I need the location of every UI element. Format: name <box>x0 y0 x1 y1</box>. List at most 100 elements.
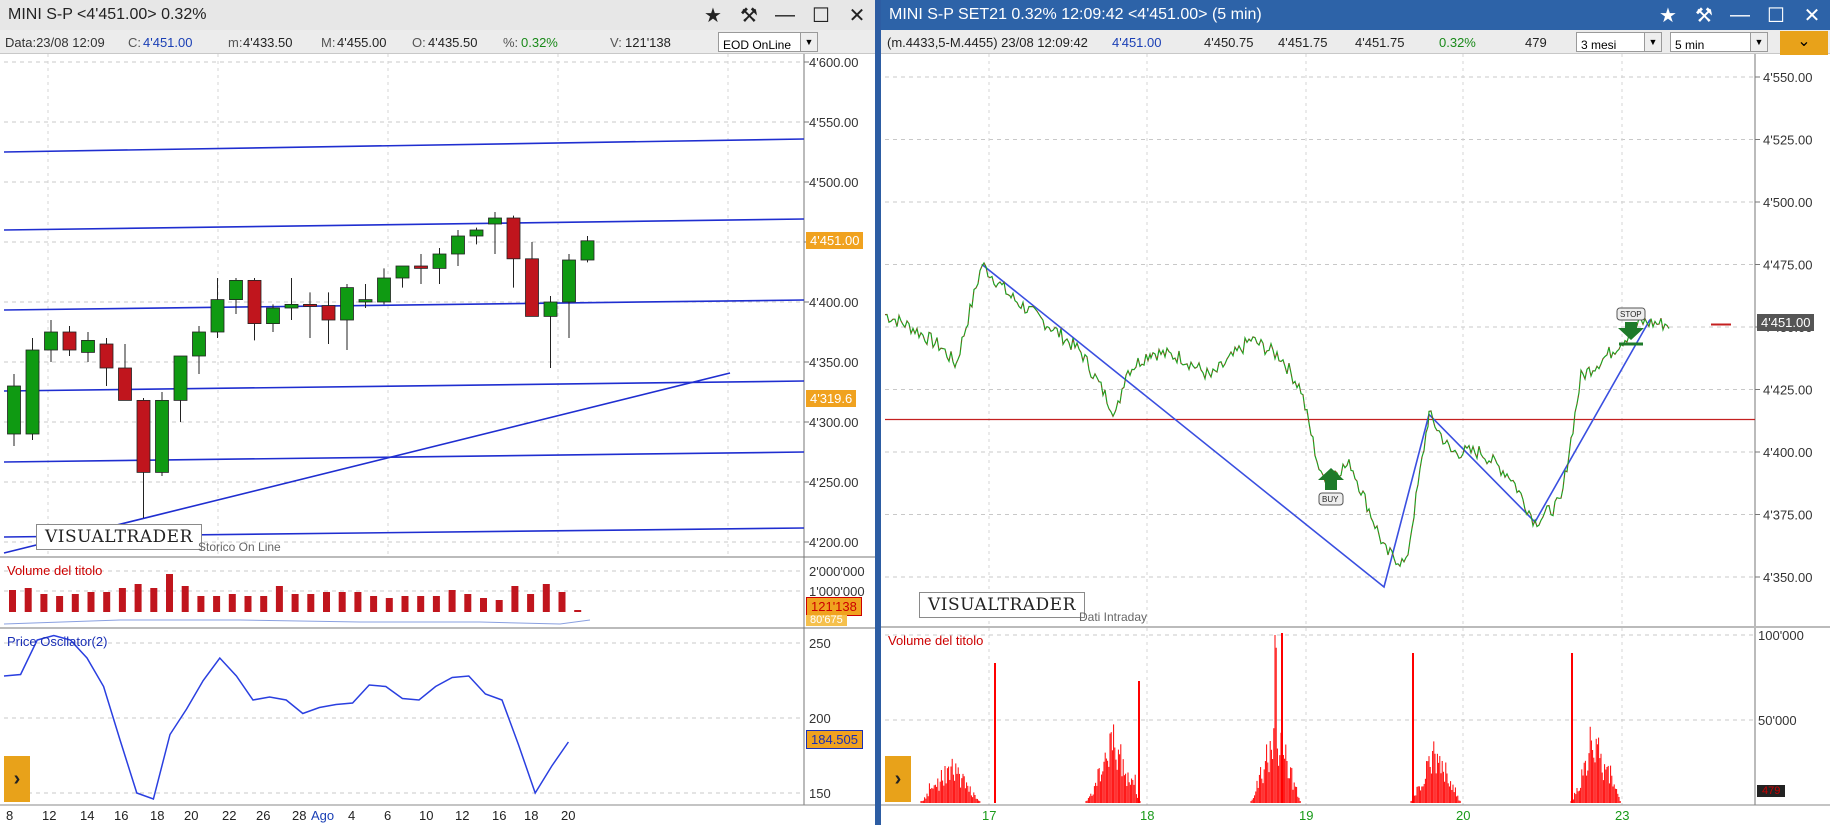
x-axis-label: 12 <box>42 808 57 823</box>
volume-bar <box>464 594 472 612</box>
price-axis-label: 4'600.00 <box>809 55 858 70</box>
volume-bar <box>558 592 566 612</box>
price-axis-label: 4'350.00 <box>1763 570 1812 585</box>
intraday-chart-canvas[interactable]: 4'550.004'525.004'500.004'475.004'450.00… <box>881 0 1830 825</box>
intraday-note: Dati Intraday <box>1079 610 1148 624</box>
volume-bar <box>150 588 158 612</box>
candle <box>377 277 391 303</box>
candle <box>469 229 484 237</box>
volume-bar <box>307 594 315 612</box>
candle <box>99 343 114 369</box>
candle <box>62 331 77 351</box>
volume-bar <box>87 592 95 612</box>
candle <box>192 331 206 357</box>
volume-bar <box>338 592 346 612</box>
volume-bar <box>9 590 16 612</box>
volume-axis-label: 2'000'000 <box>809 564 865 579</box>
oscillator-axis-label: 250 <box>809 636 831 651</box>
candle <box>414 265 428 269</box>
candle <box>303 303 317 307</box>
x-axis-label: 23 <box>1615 808 1630 823</box>
visualtrader-logo: VISUALTRADER <box>919 592 1085 618</box>
x-axis-label: 20 <box>1456 808 1471 823</box>
price-axis-label: 4'425.00 <box>1763 383 1812 398</box>
volume-bar <box>574 610 582 612</box>
volume-bar <box>166 574 173 612</box>
intraday-chart-window: MINI S-P SET21 0.32% 12:09:42 <4'451.00>… <box>881 0 1830 825</box>
scroll-forward-button[interactable]: › <box>885 756 911 802</box>
candle <box>432 253 447 269</box>
daily-chart-canvas[interactable]: 4'600.004'550.004'500.004'450.004'400.00… <box>0 0 875 825</box>
volume-bar <box>71 594 79 612</box>
x-axis-label: 19 <box>1299 808 1314 823</box>
x-axis-label: 28 <box>292 808 307 823</box>
stop-label: STOP <box>1620 310 1642 319</box>
volume-bar <box>244 596 252 612</box>
visualtrader-logo: VISUALTRADER <box>36 524 202 550</box>
oscillator-axis-label: 150 <box>809 786 831 801</box>
price-axis-label: 4'550.00 <box>809 115 858 130</box>
price-line <box>884 261 1670 568</box>
volume-bar <box>480 598 487 612</box>
volume-bar <box>527 594 535 612</box>
candle <box>136 399 151 473</box>
x-axis-label: 20 <box>184 808 199 823</box>
volume-panel-title: Volume del titolo <box>888 633 984 648</box>
x-axis-label: 16 <box>492 808 507 823</box>
candle <box>247 279 262 324</box>
scroll-forward-button[interactable]: › <box>4 756 30 802</box>
volume-bar <box>181 586 189 612</box>
x-axis-label: 10 <box>419 808 434 823</box>
x-axis-label: 16 <box>114 808 129 823</box>
price-axis-label: 4'500.00 <box>1763 195 1812 210</box>
candle <box>155 399 169 473</box>
price-axis-label: 4'200.00 <box>809 535 858 550</box>
level-price-tag: 4'319.6 <box>806 390 857 407</box>
price-axis-label: 4'475.00 <box>1763 258 1812 273</box>
candle <box>358 299 373 303</box>
volume-avg-tag: 80'675 <box>806 615 847 626</box>
oscillator-axis-label: 200 <box>809 711 831 726</box>
candle <box>543 301 558 317</box>
volume-bar <box>385 598 393 612</box>
x-axis-label: 18 <box>1140 808 1155 823</box>
volume-bar <box>103 592 111 612</box>
volume-bar <box>354 592 362 612</box>
price-axis-label: 4'525.00 <box>1763 133 1812 148</box>
candle <box>173 355 188 401</box>
volume-bar <box>275 586 283 612</box>
candle <box>25 349 40 435</box>
historical-note: Storico On Line <box>198 540 281 554</box>
volume-bar <box>417 596 425 612</box>
volume-panel-title: Volume del titolo <box>7 563 103 578</box>
x-axis-label: 26 <box>256 808 271 823</box>
daily-chart-window: MINI S-P <4'451.00> 0.32% ★ ⚒ — ☐ ✕ Data… <box>0 0 875 825</box>
price-axis-label: 4'375.00 <box>1763 508 1812 523</box>
candle <box>395 265 410 279</box>
candle <box>44 331 58 351</box>
price-axis-label: 4'550.00 <box>1763 70 1812 85</box>
candle <box>284 303 299 309</box>
x-axis-label: 14 <box>80 808 95 823</box>
price-axis-label: 4'400.00 <box>809 295 858 310</box>
oscillator-value-tag: 184.505 <box>806 730 863 749</box>
volume-bar <box>432 596 440 612</box>
candle <box>525 258 539 317</box>
oscillator-panel-title: Price Oscilator(2) <box>7 634 108 649</box>
candle <box>118 367 132 401</box>
x-axis-label: 17 <box>982 808 997 823</box>
x-axis-label: 22 <box>222 808 237 823</box>
volume-axis-label: 100'000 <box>1758 628 1804 643</box>
candle <box>81 339 95 353</box>
volume-bar <box>40 594 48 612</box>
price-axis-label: 4'500.00 <box>809 175 858 190</box>
candle <box>580 240 595 261</box>
volume-value-tag: 121'138 <box>806 597 862 616</box>
volume-value-tag: 479 <box>1757 785 1786 797</box>
last-price-tag: 4'451.00 <box>806 232 864 249</box>
candle <box>488 217 502 225</box>
price-line-red <box>884 262 1670 567</box>
volume-axis-label: 50'000 <box>1758 713 1797 728</box>
volume-bar <box>401 596 409 612</box>
x-axis-label: Ago <box>311 808 335 823</box>
